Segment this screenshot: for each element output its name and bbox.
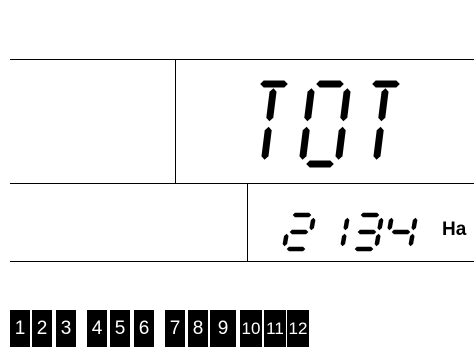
channel-indicator-12: 12 xyxy=(287,310,309,347)
segment-bar xyxy=(286,246,306,252)
segment-bar xyxy=(289,229,309,235)
segment-digit xyxy=(354,212,384,252)
segment-bar xyxy=(378,88,389,122)
segment-bar xyxy=(306,160,334,168)
segment-bar xyxy=(292,212,312,218)
channel-strip: 1 2 3 4 5 6 7 8 9 10 11 12 xyxy=(10,310,474,347)
segment-bar xyxy=(377,217,384,231)
divider-top xyxy=(10,59,474,60)
segment-bar xyxy=(340,233,347,247)
segment-bar xyxy=(374,233,381,247)
segment-bar xyxy=(299,126,310,160)
channel-indicator-8: 8 xyxy=(188,310,208,347)
channel-indicator-5: 5 xyxy=(110,310,130,347)
segment-bar xyxy=(391,229,411,235)
segment-bar xyxy=(357,229,377,235)
segment-digit xyxy=(372,80,400,160)
segment-bar xyxy=(340,88,351,122)
segment-bar xyxy=(411,217,418,231)
segment-digit xyxy=(340,217,350,247)
segment-bar xyxy=(372,80,400,88)
segment-bar xyxy=(266,88,277,122)
segment-digit xyxy=(282,212,316,252)
segment-bar xyxy=(304,88,315,122)
channel-indicator-3: 3 xyxy=(56,310,76,347)
divider-middle xyxy=(10,183,474,184)
segment-bar xyxy=(373,126,384,160)
segment-bar xyxy=(343,217,350,231)
segment-bar xyxy=(360,212,380,218)
segment-bar xyxy=(261,126,272,160)
channel-indicator-9: 9 xyxy=(210,310,236,347)
value-readout xyxy=(282,212,418,252)
segment-bar xyxy=(282,233,289,247)
channel-indicator-4: 4 xyxy=(87,310,107,347)
segment-digit xyxy=(260,80,288,160)
segment-digit xyxy=(387,217,418,247)
segment-bar xyxy=(316,80,344,88)
segment-bar xyxy=(335,126,346,160)
channel-indicator-2: 2 xyxy=(32,310,52,347)
lcd-display: Ha 1 2 3 4 5 6 7 8 9 10 11 12 xyxy=(0,0,474,347)
main-readout xyxy=(260,80,400,168)
segment-bar xyxy=(387,217,394,231)
unit-label: Ha xyxy=(442,219,467,240)
divider-vertical-lower xyxy=(247,183,248,261)
segment-bar xyxy=(408,233,415,247)
channel-indicator-1: 1 xyxy=(10,310,30,347)
divider-vertical-upper xyxy=(175,59,176,183)
channel-indicator-11: 11 xyxy=(264,310,286,347)
segment-bar xyxy=(309,217,316,231)
divider-lower xyxy=(10,261,474,262)
channel-indicator-10: 10 xyxy=(240,310,262,347)
channel-indicator-7: 7 xyxy=(165,310,185,347)
segment-bar xyxy=(260,80,288,88)
segment-digit xyxy=(299,80,351,168)
channel-indicator-6: 6 xyxy=(134,310,154,347)
segment-bar xyxy=(354,246,374,252)
